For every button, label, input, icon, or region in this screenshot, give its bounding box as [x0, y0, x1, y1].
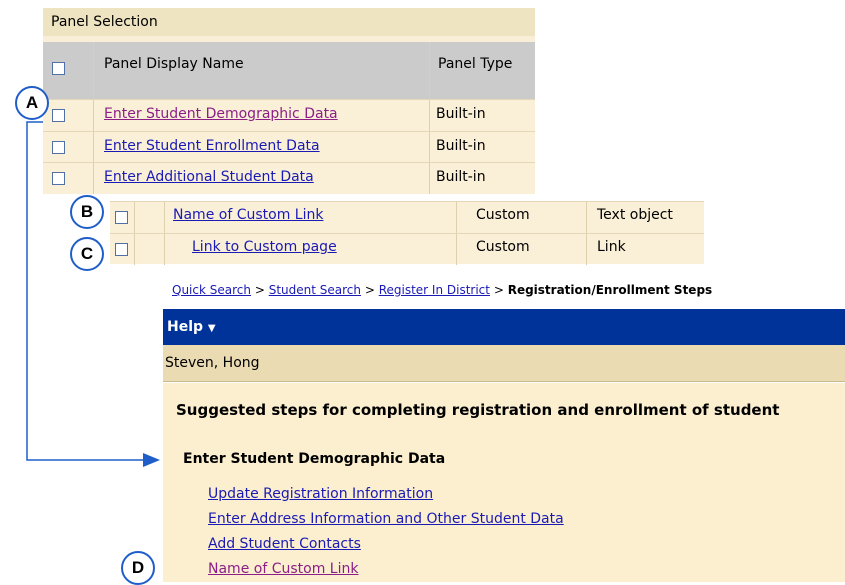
chevron-down-icon: ▼	[207, 323, 216, 334]
step-link-student-contacts[interactable]: Add Student Contacts	[208, 536, 361, 552]
top-navbar: Help ▼	[163, 309, 845, 345]
section-title: Enter Student Demographic Data	[183, 451, 446, 467]
callout-c: C	[70, 237, 104, 271]
step-link-address-info[interactable]: Enter Address Information and Other Stud…	[208, 511, 564, 527]
student-name: Steven, Hong	[163, 345, 845, 382]
breadcrumb: Quick Search > Student Search > Register…	[172, 283, 712, 297]
breadcrumb-separator: >	[493, 283, 504, 297]
breadcrumb-separator: >	[254, 283, 265, 297]
page-heading: Suggested steps for completing registrat…	[176, 401, 780, 419]
breadcrumb-separator: >	[364, 283, 375, 297]
step-link-custom[interactable]: Name of Custom Link	[208, 561, 358, 577]
breadcrumb-register-in-district[interactable]: Register In District	[379, 283, 490, 297]
callout-a: A	[15, 86, 49, 120]
breadcrumb-current: Registration/Enrollment Steps	[507, 283, 713, 297]
breadcrumb-quick-search[interactable]: Quick Search	[172, 283, 251, 297]
callout-b: B	[70, 195, 104, 229]
breadcrumb-student-search[interactable]: Student Search	[269, 283, 361, 297]
step-link-update-registration[interactable]: Update Registration Information	[208, 486, 433, 502]
registration-steps-panel: Suggested steps for completing registrat…	[163, 383, 845, 582]
help-menu[interactable]: Help ▼	[167, 319, 216, 335]
help-menu-label: Help	[167, 319, 204, 335]
callout-d: D	[121, 551, 155, 585]
